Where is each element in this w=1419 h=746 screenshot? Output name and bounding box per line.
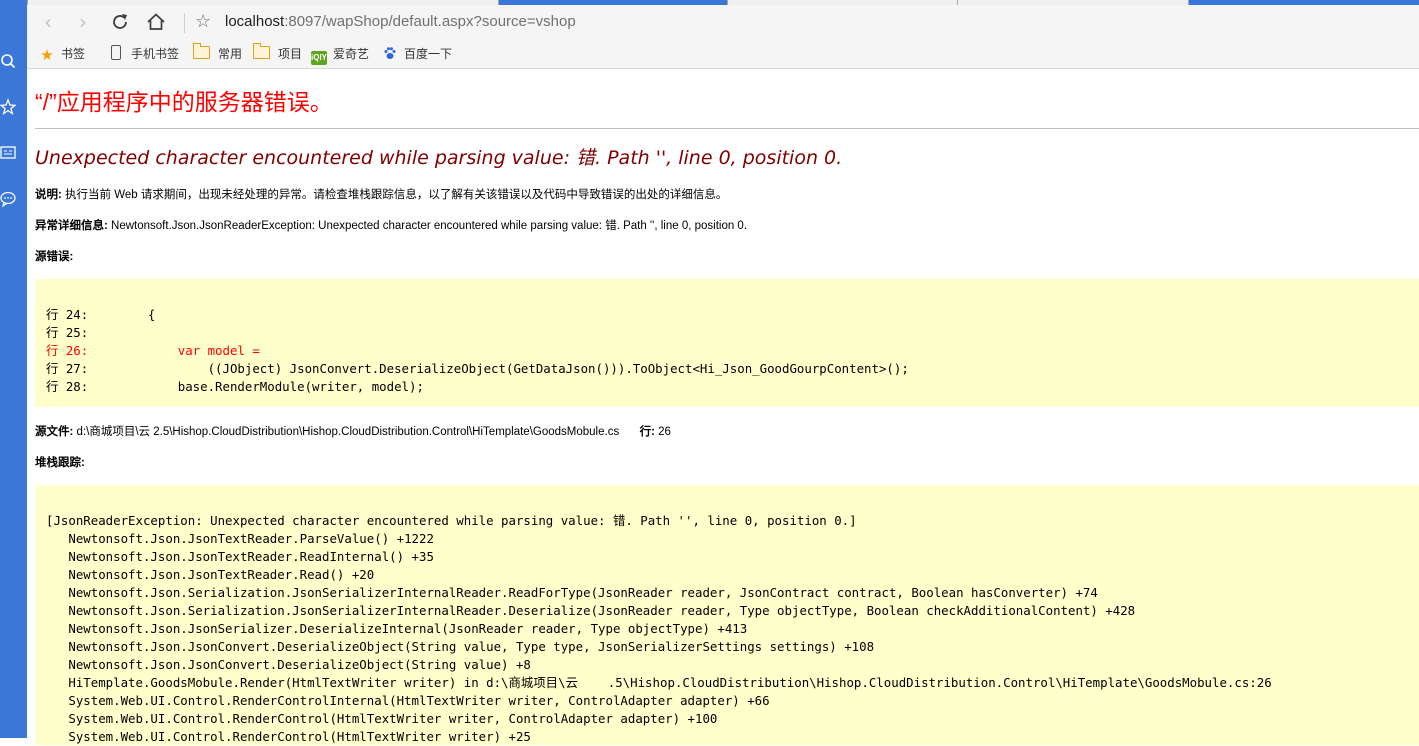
bookmark-star-icon[interactable]: ☆ [195,10,211,34]
description-text: 执行当前 Web 请求期间，出现未经处理的异常。请检查堆栈跟踪信息，以了解有关该… [65,189,728,201]
source-line: 行 28: base.RenderModule(writer, model); [46,379,424,394]
stack-line: Newtonsoft.Json.Serialization.JsonSerial… [46,585,1098,600]
bookmark-label: 手机书签 [131,47,180,61]
stack-line: System.Web.UI.Control.RenderControl(Html… [46,711,718,726]
exception-row: 异常详细信息: Newtonsoft.Json.JsonReaderExcept… [35,218,747,234]
bookmark-label: 常用 [218,47,243,61]
source-file-path: d:\商城项目\云 2.5\Hishop.CloudDistribution\H… [76,426,620,438]
stack-line: [JsonReaderException: Unexpected charact… [46,513,857,528]
source-line: 行 24: { [46,307,156,322]
bookmarks-bar: ★ 书签 手机书签 常用 项目 iQIY 爱奇艺 百度一下 [27,39,1419,69]
source-line: 行 25: [46,325,89,340]
bookmark-folder-xiangmu[interactable]: 项目 [253,43,303,64]
source-error-label: 源错误: [35,251,74,263]
url-path: :8097/wapShop/default.aspx?source=vshop [284,13,576,30]
source-file-label: 源文件: [35,426,74,438]
line-value: 26 [658,426,671,438]
stack-line: Newtonsoft.Json.JsonConvert.DeserializeO… [46,657,531,672]
address-bar[interactable]: localhost:8097/wapShop/default.aspx?sour… [225,12,576,32]
line-label: 行: [639,426,655,438]
divider [35,128,1419,129]
stack-line: System.Web.UI.Control.RenderControl(Html… [46,729,531,744]
iqiyi-icon: iQIY [311,51,327,65]
bookmark-item-baidu[interactable]: 百度一下 [382,44,452,64]
chat-icon[interactable] [0,190,16,208]
stack-trace: [JsonReaderException: Unexpected charact… [35,485,1419,746]
baidu-paw-icon [382,46,398,60]
home-button[interactable] [143,10,169,34]
bookmark-item-iqiyi[interactable]: iQIY 爱奇艺 [311,44,370,65]
stack-trace-label: 堆栈跟踪: [35,457,85,469]
source-line: 行 27: ((JObject) JsonConvert.Deserialize… [46,361,909,376]
exception-text: Newtonsoft.Json.JsonReaderException: Une… [111,220,748,232]
source-code: 行 24: { 行 25: 行 26: var model = 行 27: ((JOb… [35,279,1419,396]
reload-button[interactable] [107,10,133,34]
back-button[interactable]: ‹ [35,10,61,34]
search-icon[interactable] [0,52,16,70]
stack-line: Newtonsoft.Json.JsonSerializer.Deseriali… [46,621,748,636]
stack-line: Newtonsoft.Json.JsonTextReader.ParseValu… [46,531,434,546]
stack-line: Newtonsoft.Json.JsonConvert.DeserializeO… [46,639,875,654]
browser-toolbar: ‹ › ☆ localhost:8097/wapShop/default.asp… [27,5,1419,39]
stack-line: Newtonsoft.Json.Serialization.JsonSerial… [46,603,1136,618]
stack-line: HiTemplate.GoodsMobule.Render(HtmlTextWr… [46,675,1272,690]
forward-button[interactable]: › [70,10,96,34]
bookmark-folder-changyong[interactable]: 常用 [193,43,243,64]
stack-line: Newtonsoft.Json.JsonTextReader.ReadInter… [46,549,434,564]
folder-icon [193,43,210,59]
bookmark-label: 书签 [61,47,86,61]
bookmark-item-mobile[interactable]: 手机书签 [111,44,179,64]
star-icon[interactable] [0,98,17,116]
error-page: “/”应用程序中的服务器错误。 Unexpected character enc… [27,69,1419,745]
toolbar-separator [184,13,185,33]
phone-icon [111,45,121,60]
bookmark-label: 项目 [278,47,303,61]
stack-line: Newtonsoft.Json.JsonTextReader.Read() +2… [46,567,375,582]
stack-trace-heading: 堆栈跟踪: [35,455,85,471]
folder-icon [253,43,270,59]
star-icon: ★ [40,47,54,64]
page-title: “/”应用程序中的服务器错误。 [35,89,333,115]
description-row: 说明: 执行当前 Web 请求期间，出现未经处理的异常。请检查堆栈跟踪信息，以了… [35,187,727,203]
bookmark-label: 爱奇艺 [333,47,370,61]
url-host: localhost [225,13,285,30]
stack-trace-box: [JsonReaderException: Unexpected charact… [35,485,1419,745]
stack-line: System.Web.UI.Control.RenderControlInter… [46,693,770,708]
description-label: 说明: [35,189,62,201]
browser-sidebar [0,0,27,738]
error-message: Unexpected character encountered while p… [35,147,843,169]
source-line-error: 行 26: var model = [46,343,260,358]
source-file-row: 源文件: d:\商城项目\云 2.5\Hishop.CloudDistribut… [35,424,671,440]
bookmark-item-shuqian[interactable]: ★ 书签 [39,44,85,64]
exception-label: 异常详细信息: [35,220,108,232]
bookmark-label: 百度一下 [404,47,453,61]
source-error-heading: 源错误: [35,249,73,265]
news-icon[interactable] [0,144,16,162]
source-code-box: 行 24: { 行 25: 行 26: var model = 行 27: ((JOb… [35,279,1419,407]
